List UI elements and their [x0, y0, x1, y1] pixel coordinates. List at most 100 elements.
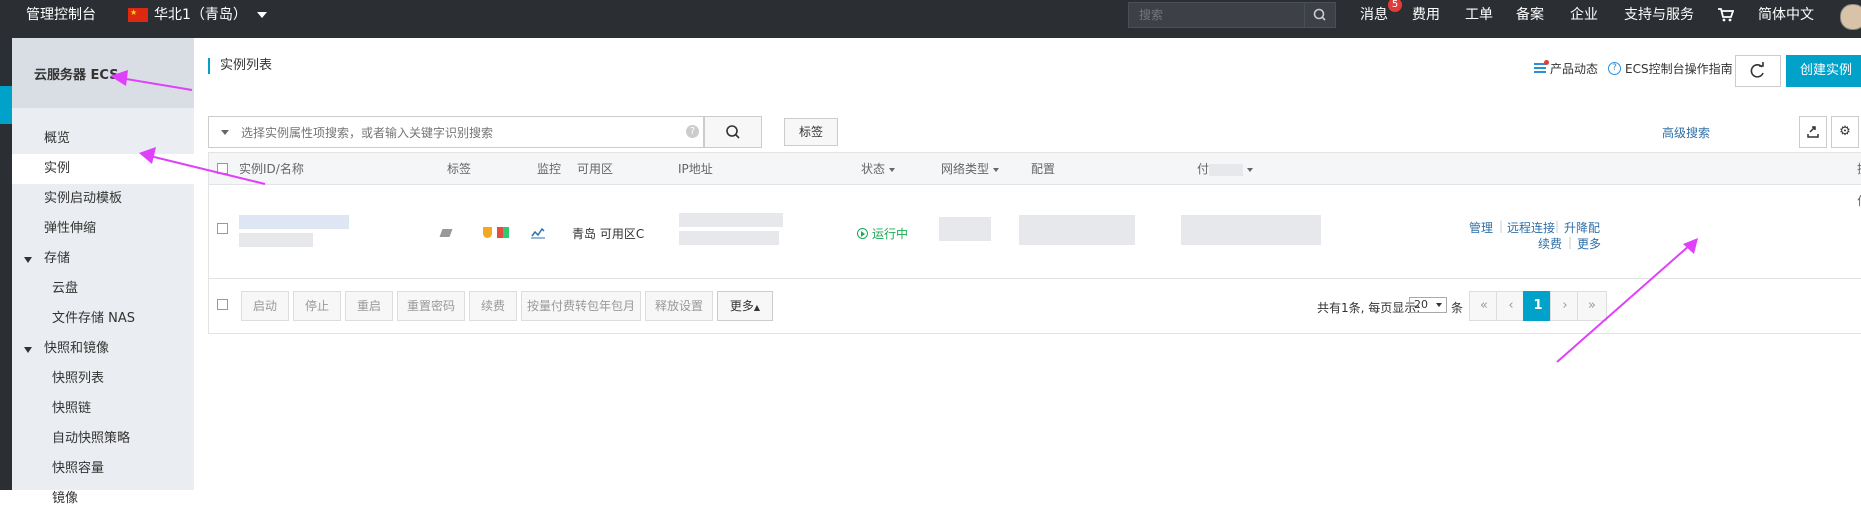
sidebar-item-snapshot-chain[interactable]: 快照链: [12, 394, 194, 424]
messages-label: 消息: [1360, 7, 1388, 23]
product-rail-active-marker[interactable]: [0, 86, 12, 124]
release-settings-button[interactable]: 释放设置: [645, 291, 713, 321]
support-menu[interactable]: 支持与服务: [1624, 0, 1694, 30]
main-content: 实例列表 产品动态 ? ECS控制台操作指南 创建实例 ? 标签 高级搜索 ⚙: [194, 38, 1861, 490]
more-batch-actions-button[interactable]: 更多▲: [717, 291, 773, 321]
reset-password-button[interactable]: 重置密码: [397, 291, 465, 321]
total-count-text: 共有1条, 每页显示:: [1317, 301, 1421, 315]
column-header-network-type[interactable]: 网络类型: [941, 153, 1000, 185]
first-page-button[interactable]: «: [1469, 291, 1499, 321]
caret-down-icon: [993, 167, 1000, 172]
row-checkbox[interactable]: [217, 223, 228, 234]
column-header-label: 付: [1197, 162, 1210, 176]
column-header-instance-id: 实例ID/名称: [239, 162, 304, 176]
help-icon[interactable]: ?: [686, 125, 699, 138]
column-header-zone: 可用区: [577, 162, 614, 176]
product-news-label: 产品动态: [1550, 62, 1599, 76]
help-icon: ?: [1608, 62, 1621, 75]
column-header-billing[interactable]: 付: [1197, 153, 1254, 185]
enterprise-menu[interactable]: 企业: [1570, 0, 1598, 30]
monitor-chart-icon[interactable]: [531, 227, 545, 239]
select-all-checkbox[interactable]: [217, 163, 228, 174]
sidebar-item-snapshot-list[interactable]: 快照列表: [12, 364, 194, 394]
manage-link[interactable]: 管理: [1469, 219, 1493, 236]
refresh-button[interactable]: [1735, 55, 1781, 87]
sidebar-item-nas[interactable]: 文件存储 NAS: [12, 304, 194, 334]
chevron-down-icon: [256, 12, 267, 18]
sidebar-header: 云服务器 ECS: [12, 38, 194, 108]
renew-button[interactable]: 续费: [469, 291, 517, 321]
language-menu[interactable]: 简体中文: [1758, 0, 1814, 30]
global-search-input[interactable]: [1129, 3, 1325, 27]
running-icon: [857, 228, 868, 239]
create-instance-button[interactable]: 创建实例: [1786, 55, 1861, 87]
instance-id-link[interactable]: [239, 215, 349, 229]
action-separator: |: [1568, 235, 1573, 249]
last-page-button[interactable]: »: [1577, 291, 1607, 321]
restart-button[interactable]: 重启: [345, 291, 393, 321]
prev-page-button[interactable]: ‹: [1496, 291, 1526, 321]
caret-down-icon: [24, 257, 32, 263]
console-home-link[interactable]: 管理控制台: [26, 0, 96, 30]
sidebar-item-label: 文件存储 NAS: [52, 311, 136, 326]
action-separator: |: [1499, 219, 1504, 233]
stop-button[interactable]: 停止: [293, 291, 341, 321]
list-icon: [1534, 60, 1549, 74]
instance-search-input[interactable]: [239, 117, 663, 149]
sidebar-group-storage[interactable]: 存储: [12, 244, 194, 274]
region-selector[interactable]: 华北1（青岛）: [128, 0, 267, 30]
column-header-label: 网络类型: [941, 162, 990, 176]
zone-value: 青岛 可用区C: [572, 227, 645, 241]
cart-button[interactable]: [1718, 0, 1735, 30]
region-label: 华北1（青岛）: [154, 7, 247, 23]
advanced-search-link[interactable]: 高级搜索: [1662, 124, 1710, 141]
console-guide-link[interactable]: ? ECS控制台操作指南: [1608, 60, 1733, 77]
more-actions-link[interactable]: 更多: [1577, 235, 1601, 252]
sidebar-item-images[interactable]: 镜像: [12, 484, 194, 514]
tickets-menu[interactable]: 工单: [1465, 0, 1493, 30]
sidebar-item-launch-templates[interactable]: 实例启动模板: [12, 184, 194, 214]
sidebar-item-auto-scaling[interactable]: 弹性伸缩: [12, 214, 194, 244]
refresh-icon: [1750, 62, 1764, 78]
search-icon: [1313, 8, 1326, 21]
instance-table: 实例ID/名称 标签 监控 可用区 IP地址 状态 网络类型 配置 付 操作 青…: [208, 152, 1861, 334]
export-button[interactable]: [1799, 116, 1827, 148]
column-header-config: 配置: [1031, 162, 1056, 176]
column-header-status[interactable]: 状态: [861, 153, 896, 185]
user-avatar[interactable]: [1840, 4, 1861, 30]
instance-search-button[interactable]: [704, 116, 762, 148]
messages-menu[interactable]: 消息 5: [1360, 0, 1402, 30]
sidebar-group-snapshots-images[interactable]: 快照和镜像: [12, 334, 194, 364]
sidebar-item-snapshot-capacity[interactable]: 快照容量: [12, 454, 194, 484]
resize-link[interactable]: 升降配: [1564, 219, 1600, 236]
settings-button[interactable]: ⚙: [1831, 116, 1859, 148]
search-icon: [726, 125, 740, 139]
product-news-link[interactable]: 产品动态: [1534, 60, 1598, 77]
caret-up-icon: ▲: [753, 303, 761, 312]
global-search-button[interactable]: [1304, 3, 1335, 27]
page-1-button[interactable]: 1: [1523, 291, 1553, 321]
tag-icon[interactable]: [439, 229, 453, 237]
table-footer: 启动 停止 重启 重置密码 续费 按量付费转包年包月 释放设置 更多▲ 共有1条…: [209, 279, 1861, 333]
billing-menu[interactable]: 费用: [1412, 0, 1440, 30]
sidebar-item-disks[interactable]: 云盘: [12, 274, 194, 304]
sidebar-item-auto-snapshot-policy[interactable]: 自动快照策略: [12, 424, 194, 454]
sidebar-item-label: 实例: [44, 161, 71, 176]
sidebar-item-instances[interactable]: 实例: [12, 154, 194, 184]
next-page-button[interactable]: ›: [1550, 291, 1580, 321]
renew-link[interactable]: 续费: [1538, 235, 1562, 252]
page-size-select[interactable]: 20: [1409, 297, 1447, 313]
tag-filter-button[interactable]: 标签: [784, 118, 838, 146]
convert-to-subscription-button[interactable]: 按量付费转包年包月: [521, 291, 641, 321]
sidebar-item-label: 镜像: [52, 491, 79, 506]
remote-connect-link[interactable]: 远程连接: [1507, 219, 1555, 236]
sidebar-item-label: 自动快照策略: [52, 431, 131, 446]
start-button[interactable]: 启动: [241, 291, 289, 321]
more-label: 更多: [729, 299, 754, 313]
caret-down-icon[interactable]: [221, 130, 229, 135]
footer-select-all-checkbox[interactable]: [217, 299, 228, 310]
redacted-text: [1209, 163, 1244, 176]
sidebar-item-overview[interactable]: 概览: [12, 124, 194, 154]
icp-filing-menu[interactable]: 备案: [1516, 0, 1544, 30]
caret-down-icon: [1247, 167, 1254, 172]
